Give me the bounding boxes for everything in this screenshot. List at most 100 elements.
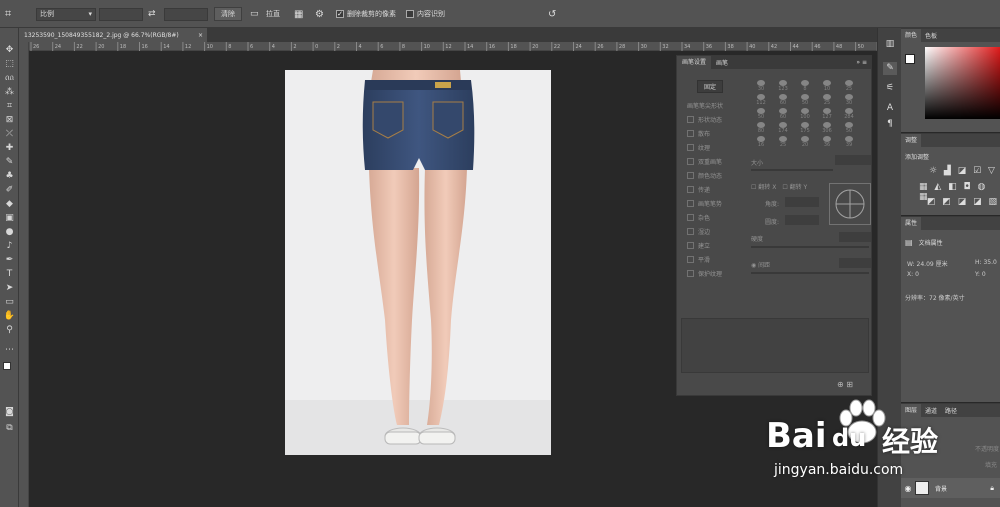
marquee-tool-icon[interactable]: ⬚	[2, 58, 17, 71]
brush-option[interactable]: 颜色动态	[681, 168, 745, 182]
brush-tip[interactable]: 25	[773, 136, 793, 150]
brush-option[interactable]: 传递	[681, 182, 745, 196]
crop-tool-icon[interactable]: ⌗	[5, 7, 25, 21]
document-image[interactable]	[285, 70, 551, 455]
brush-option[interactable]: 形状动态	[681, 112, 745, 126]
brush-tip[interactable]: 112	[751, 94, 771, 108]
eyedropper-icon[interactable]: ⤫	[2, 128, 17, 141]
brush-tip[interactable]: 80	[751, 122, 771, 136]
tab-swatches[interactable]: 色板	[921, 31, 941, 40]
brush-option[interactable]: 平滑	[681, 252, 745, 266]
angle-input[interactable]	[785, 197, 819, 207]
hardness-input[interactable]	[839, 232, 871, 242]
spacing-checkbox[interactable]: ◉ 间距	[751, 260, 770, 269]
blur-tool-icon[interactable]: ●	[2, 226, 17, 239]
panel-menu-icon[interactable]: » ≡	[856, 59, 871, 66]
spacing-input[interactable]	[839, 258, 871, 268]
brush-option[interactable]: 纹理	[681, 140, 745, 154]
brush-preset-button[interactable]: 固定	[697, 80, 723, 93]
brush-option[interactable]: 双重画笔	[681, 154, 745, 168]
brush-tip[interactable]: 39	[839, 136, 859, 150]
brush-tip[interactable]: 284	[839, 108, 859, 122]
history-icon[interactable]: ▥	[883, 38, 897, 51]
brush-tip-shape[interactable]: 画笔笔尖形状	[681, 98, 745, 112]
brush-angle-preview[interactable]	[829, 183, 871, 225]
flip-x-checkbox[interactable]: ☐ 翻转 X	[751, 182, 776, 191]
tab-brush-settings[interactable]: 画笔设置	[677, 56, 712, 69]
quick-mask-icon[interactable]: ◙	[2, 406, 17, 419]
foreground-swatch[interactable]	[905, 54, 915, 64]
magic-wand-icon[interactable]: ⁂	[2, 86, 17, 99]
brush-tip[interactable]: 50	[839, 122, 859, 136]
stamp-tool-icon[interactable]: ♣	[2, 170, 17, 183]
brush-tip[interactable]: 50	[751, 108, 771, 122]
roundness-input[interactable]	[785, 215, 819, 225]
color-field[interactable]	[925, 47, 1000, 119]
swap-icon[interactable]: ⇄	[148, 7, 156, 21]
height-input[interactable]	[164, 7, 208, 21]
brush-tip[interactable]: 36	[817, 136, 837, 150]
brush-tip[interactable]: 20	[795, 136, 815, 150]
type-tool-icon[interactable]: T	[2, 268, 17, 281]
brush-tip[interactable]: 25	[817, 94, 837, 108]
brush-option[interactable]: 画笔笔势	[681, 196, 745, 210]
color-swatches[interactable]	[3, 362, 15, 376]
grid-overlay-icon[interactable]: ▦	[294, 7, 303, 21]
brush-settings-icon[interactable]: ✎	[883, 62, 897, 75]
adjustment-icons-row-1[interactable]: ☼ ▟ ◪ ☑ ▽	[929, 166, 997, 176]
brush-tip[interactable]: 30	[751, 80, 771, 94]
character-icon[interactable]: A	[883, 102, 897, 115]
brushes-icon[interactable]: ⚟	[883, 82, 897, 95]
paragraph-icon[interactable]: ¶	[883, 118, 897, 131]
brush-tip[interactable]: 306	[817, 122, 837, 136]
brush-option[interactable]: 保护纹理	[681, 266, 745, 280]
brush-tip[interactable]: 123	[773, 80, 793, 94]
healing-brush-icon[interactable]: ✚	[2, 142, 17, 155]
ratio-select[interactable]: 比例 ▾	[36, 7, 96, 21]
brush-tip[interactable]: 60	[773, 94, 793, 108]
hardness-slider[interactable]	[751, 246, 869, 248]
move-tool-icon[interactable]: ✥	[2, 44, 17, 57]
brush-option[interactable]: 散布	[681, 126, 745, 140]
crop-tool-icon[interactable]: ⌗	[2, 100, 17, 113]
brush-tip[interactable]: 50	[795, 94, 815, 108]
brush-tip[interactable]: 100	[795, 108, 815, 122]
brush-option[interactable]: 湿边	[681, 224, 745, 238]
size-slider[interactable]	[751, 169, 833, 171]
size-input[interactable]	[835, 155, 871, 165]
brush-option[interactable]: 建立	[681, 238, 745, 252]
brush-tip[interactable]: 10	[817, 80, 837, 94]
eraser-icon[interactable]: ◆	[2, 198, 17, 211]
path-select-icon[interactable]: ➤	[2, 282, 17, 295]
zoom-tool-icon[interactable]: ⚲	[2, 324, 17, 337]
clear-button[interactable]: 清除	[214, 7, 242, 21]
tab-properties[interactable]: 属性	[901, 217, 922, 230]
pen-tool-icon[interactable]: ✒	[2, 254, 17, 267]
brush-tip[interactable]: 16	[751, 136, 771, 150]
hand-tool-icon[interactable]: ✋	[2, 310, 17, 323]
brush-tip[interactable]: 60	[773, 108, 793, 122]
straighten-label[interactable]: 拉直	[266, 7, 280, 21]
frame-tool-icon[interactable]: ⊠	[2, 114, 17, 127]
history-brush-icon[interactable]: ✐	[2, 184, 17, 197]
tab-color[interactable]: 颜色	[901, 29, 922, 42]
delete-cropped-checkbox[interactable]: ✓ 删除裁剪的像素	[336, 7, 396, 21]
shape-tool-icon[interactable]: ▭	[2, 296, 17, 309]
adjustment-icons-row-3[interactable]: ◩ ◩ ◪ ◪ ▧	[927, 197, 999, 207]
gradient-tool-icon[interactable]: ▣	[2, 212, 17, 225]
brush-tip[interactable]: 127	[817, 108, 837, 122]
close-icon[interactable]: ×	[198, 32, 203, 39]
new-brush-icon[interactable]: ⊕ ⊞	[837, 380, 853, 389]
lasso-tool-icon[interactable]: ᦶ	[2, 72, 17, 85]
brush-tool-icon[interactable]: ✎	[2, 156, 17, 169]
width-input[interactable]	[99, 7, 143, 21]
straighten-icon[interactable]: ▭	[250, 7, 259, 21]
tab-brushes[interactable]: 画笔	[711, 58, 733, 67]
brush-option[interactable]: 杂色	[681, 210, 745, 224]
flip-y-checkbox[interactable]: ☐ 翻转 Y	[782, 182, 807, 191]
brush-tip[interactable]: 174	[773, 122, 793, 136]
tab-adjustments[interactable]: 调整	[901, 134, 922, 147]
screen-mode-icon[interactable]: ⧉	[2, 422, 17, 435]
foreground-color[interactable]	[3, 362, 11, 370]
spacing-slider[interactable]	[751, 272, 869, 274]
